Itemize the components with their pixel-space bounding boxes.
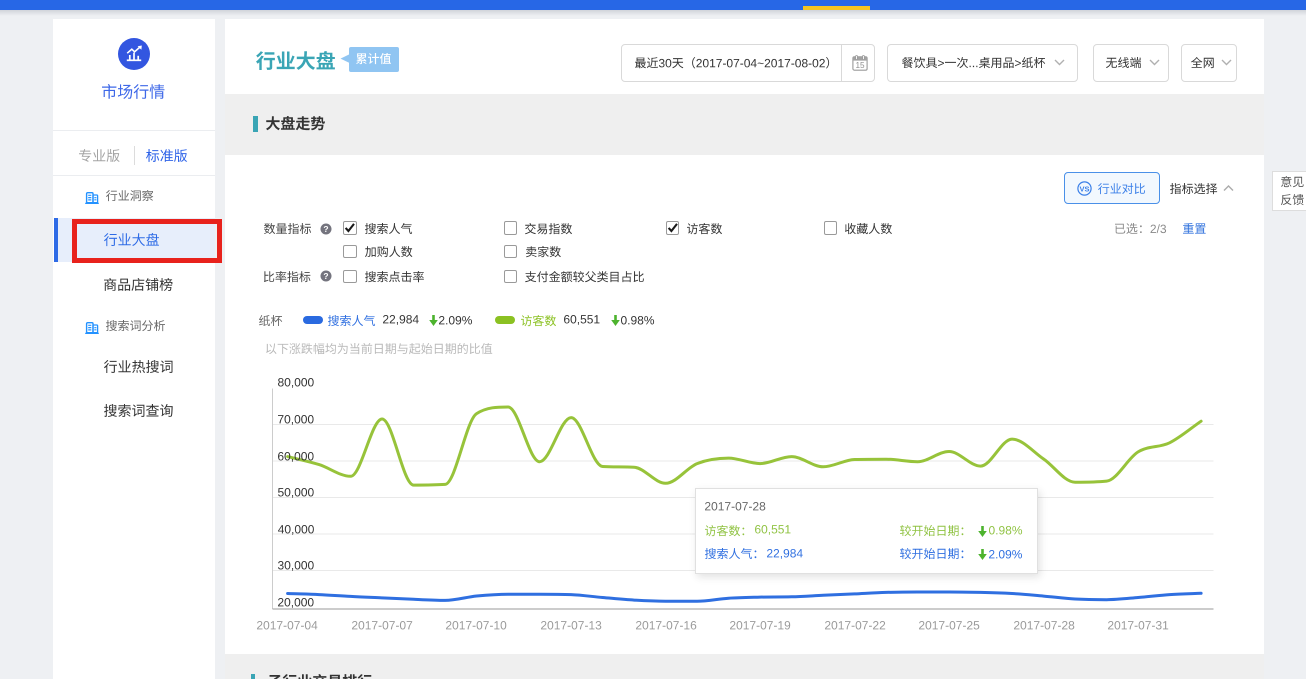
svg-text:15: 15: [855, 61, 865, 70]
svg-text:?: ?: [323, 271, 328, 281]
svg-text:?: ?: [323, 224, 328, 234]
svg-text:VS: VS: [1079, 184, 1089, 193]
